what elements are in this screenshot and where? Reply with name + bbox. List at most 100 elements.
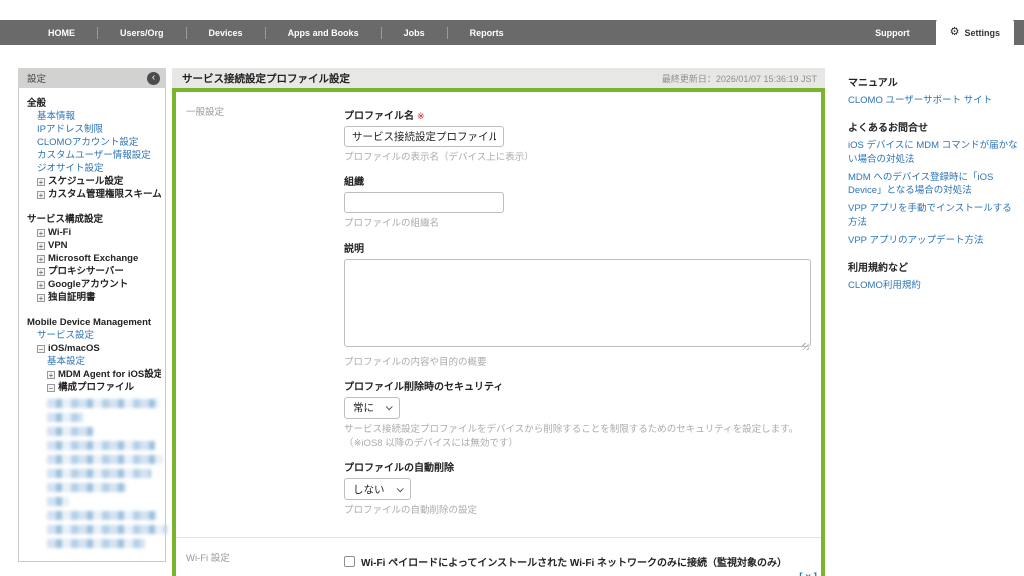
- collapse-icon[interactable]: −: [47, 384, 55, 392]
- nav-reports[interactable]: Reports: [448, 28, 526, 38]
- sidebar-item-label: プロキシサーバー: [48, 265, 124, 278]
- expand-icon[interactable]: +: [37, 242, 45, 250]
- nav-home[interactable]: HOME: [26, 28, 97, 38]
- auto-removal-select[interactable]: しない: [344, 478, 411, 500]
- selected-value: しない: [353, 482, 385, 497]
- redacted-item[interactable]: [47, 497, 69, 506]
- terms-link-clomo[interactable]: CLOMO利用規約: [848, 279, 1018, 292]
- removal-security-select[interactable]: 常に: [344, 397, 400, 419]
- expand-icon[interactable]: +: [37, 294, 45, 302]
- sidebar-item-schedule[interactable]: + スケジュール設定: [27, 175, 161, 188]
- sidebar-item-basic-settings[interactable]: 基本設定: [27, 355, 161, 368]
- tree-spacer: [27, 304, 161, 316]
- faq-link-vpp-update[interactable]: VPP アプリのアップデート方法: [848, 234, 1018, 247]
- sidebar-item-wifi[interactable]: + Wi-Fi: [27, 226, 161, 239]
- chevron-down-icon: [396, 485, 403, 492]
- sidebar-item-custom-admin-scheme[interactable]: + カスタム管理権限スキーム設定: [27, 188, 161, 201]
- redacted-item[interactable]: [47, 399, 159, 408]
- top-nav-right: Support ⚙ Settings: [849, 20, 1024, 45]
- sidebar-item-label: Googleアカウント: [48, 278, 128, 291]
- wifi-fields: Wi-Fi ペイロードによってインストールされた Wi-Fi ネットワークのみに…: [344, 538, 821, 576]
- sidebar-item-label: スケジュール設定: [48, 175, 123, 188]
- description-textarea[interactable]: [344, 259, 811, 347]
- redacted-item[interactable]: [47, 441, 155, 450]
- tab-settings[interactable]: ⚙ Settings: [936, 20, 1014, 45]
- page-title: サービス接続設定プロファイル設定: [182, 71, 350, 86]
- redacted-item[interactable]: [47, 455, 163, 464]
- wifi-payload-checkbox[interactable]: [344, 556, 355, 567]
- nav-jobs[interactable]: Jobs: [382, 28, 447, 38]
- auto-removal-label: プロファイルの自動削除: [344, 459, 811, 474]
- sidebar-header: 設定 ‹: [18, 68, 166, 88]
- sidebar-item-basic-info[interactable]: 基本情報: [27, 110, 161, 123]
- sidebar-item-label: カスタム管理権限スキーム設定: [48, 188, 161, 201]
- redacted-item[interactable]: [47, 511, 157, 520]
- organization-input[interactable]: [344, 192, 504, 213]
- nav-apps-and-books[interactable]: Apps and Books: [266, 28, 381, 38]
- redacted-item[interactable]: [47, 525, 167, 534]
- nav-support[interactable]: Support: [849, 20, 936, 45]
- main-content: サービス接続設定プロファイル設定 最終更新日：2026/01/07 15:36:…: [172, 68, 825, 576]
- sidebar-item-service-settings[interactable]: サービス設定: [27, 329, 161, 342]
- sidebar-section-mdm: Mobile Device Management: [27, 316, 161, 329]
- expand-icon[interactable]: +: [37, 281, 45, 289]
- profile-name-input[interactable]: [344, 126, 504, 147]
- settings-sidebar: 設定 ‹ 全般 基本情報 IPアドレス制限 CLOMOアカウント設定 カスタムユ…: [18, 68, 166, 562]
- redacted-item[interactable]: [47, 483, 127, 492]
- sidebar-item-microsoft-exchange[interactable]: + Microsoft Exchange: [27, 252, 161, 265]
- last-updated: 最終更新日：2026/01/07 15:36:19 JST: [662, 72, 817, 85]
- profile-form: 一般設定 プロファイル名※ プロファイルの表示名（デバイス上に表示） 組織 プロ…: [172, 88, 825, 576]
- sidebar-item-custom-certificate[interactable]: + 独自証明書: [27, 291, 161, 304]
- profile-name-label: プロファイル名※: [344, 107, 811, 122]
- expand-icon[interactable]: +: [37, 268, 45, 276]
- sidebar-item-ip-restriction[interactable]: IPアドレス制限: [27, 123, 161, 136]
- remove-wifi-config-link[interactable]: [ x ]: [799, 572, 817, 576]
- profile-name-helper: プロファイルの表示名（デバイス上に表示）: [344, 151, 811, 165]
- top-navigation: HOME Users/Org Devices Apps and Books Jo…: [0, 20, 1024, 45]
- expand-icon[interactable]: +: [37, 229, 45, 237]
- manual-link-support-site[interactable]: CLOMO ユーザーサポート サイト: [848, 94, 1018, 107]
- sidebar-item-proxy-server[interactable]: + プロキシサーバー: [27, 265, 161, 278]
- redacted-item[interactable]: [47, 413, 83, 422]
- description-helper: プロファイルの内容や目的の概要: [344, 356, 811, 370]
- redacted-item[interactable]: [47, 539, 145, 548]
- sidebar-section-general: 全般: [27, 97, 161, 110]
- sidebar-item-label: Microsoft Exchange: [48, 252, 138, 265]
- expand-icon[interactable]: +: [37, 255, 45, 263]
- sidebar-item-geosite[interactable]: ジオサイト設定: [27, 162, 161, 175]
- redacted-item[interactable]: [47, 427, 93, 436]
- sidebar-item-google-account[interactable]: + Googleアカウント: [27, 278, 161, 291]
- expand-icon[interactable]: +: [37, 178, 45, 186]
- wifi-settings-section: Wi-Fi 設定 Wi-Fi ペイロードによってインストールされた Wi-Fi …: [176, 537, 821, 576]
- nav-devices[interactable]: Devices: [187, 28, 265, 38]
- wifi-payload-checkbox-row: Wi-Fi ペイロードによってインストールされた Wi-Fi ネットワークのみに…: [344, 554, 811, 569]
- collapse-icon[interactable]: −: [37, 345, 45, 353]
- redacted-tree-items: [27, 399, 161, 548]
- general-settings-section: 一般設定 プロファイル名※ プロファイルの表示名（デバイス上に表示） 組織 プロ…: [176, 92, 821, 533]
- sidebar-item-config-profile[interactable]: − 構成プロファイル: [27, 381, 161, 394]
- organization-helper: プロファイルの組織名: [344, 217, 811, 231]
- nav-users-org[interactable]: Users/Org: [98, 28, 186, 38]
- section-label-general: 一般設定: [176, 92, 344, 533]
- sidebar-item-label: VPN: [48, 239, 68, 252]
- wifi-payload-checkbox-label: Wi-Fi ペイロードによってインストールされた Wi-Fi ネットワークのみに…: [361, 554, 787, 569]
- sidebar-item-mdm-agent-ios[interactable]: + MDM Agent for iOS設定: [27, 368, 161, 381]
- top-nav-left: HOME Users/Org Devices Apps and Books Jo…: [0, 20, 849, 45]
- sidebar-item-vpn[interactable]: + VPN: [27, 239, 161, 252]
- sidebar-item-clomo-account[interactable]: CLOMOアカウント設定: [27, 136, 161, 149]
- faq-link-mdm-command[interactable]: iOS デバイスに MDM コマンドが届かない場合の対処法: [848, 139, 1018, 166]
- label-text: プロファイル名: [344, 111, 414, 122]
- description-label: 説明: [344, 240, 811, 255]
- redacted-item[interactable]: [47, 469, 151, 478]
- main-header: サービス接続設定プロファイル設定 最終更新日：2026/01/07 15:36:…: [172, 68, 825, 88]
- sidebar-item-ios-macos[interactable]: − iOS/macOS: [27, 342, 161, 355]
- expand-icon[interactable]: +: [47, 371, 55, 379]
- resize-grip-icon[interactable]: [802, 343, 809, 350]
- sidebar-item-label: iOS/macOS: [48, 342, 100, 355]
- faq-group: よくあるお問合せ iOS デバイスに MDM コマンドが届かない場合の対処法 M…: [848, 119, 1018, 247]
- faq-link-ios-device[interactable]: MDM へのデバイス登録時に「iOS Device」となる場合の対処法: [848, 171, 1018, 198]
- sidebar-item-custom-user-info[interactable]: カスタムユーザー情報設定: [27, 149, 161, 162]
- expand-icon[interactable]: +: [37, 191, 45, 199]
- faq-link-vpp-manual-install[interactable]: VPP アプリを手動でインストールする方法: [848, 202, 1018, 229]
- sidebar-collapse-button[interactable]: ‹: [147, 72, 160, 85]
